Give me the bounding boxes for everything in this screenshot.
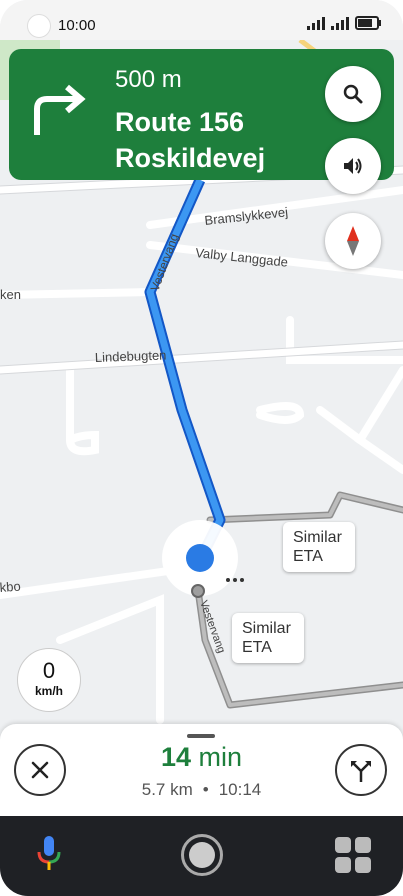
speed-unit: km/h [34,684,63,698]
street-line-2: Roskildevej [115,143,266,173]
turn-street-name: Route 156 Roskildevej [115,104,315,176]
trip-separator: • [202,780,209,799]
phone-screen: 10:00 Vestervang Bramslykkevej Valby Lan… [0,0,403,896]
alt-route-eta-label[interactable]: Similar ETA [283,522,355,572]
search-button[interactable] [325,66,381,122]
speed-value: 0 [42,658,56,683]
alt-route-eta-label[interactable]: Similar ETA [232,613,304,663]
trip-summary-panel[interactable]: 14 min 5.7 km • 10:14 [0,724,403,816]
home-icon [189,842,215,868]
mic-icon[interactable] [34,834,64,874]
arrival-time: 10:14 [218,780,262,799]
eta-minutes: 14 [160,742,191,772]
street-line-1: Route 156 [115,107,245,137]
alternate-routes-icon [351,761,371,782]
speedometer: 0 km/h [17,648,81,712]
home-button[interactable] [181,834,223,876]
turn-right-arrow-icon [34,84,86,135]
signal-icon [307,16,325,30]
volume-icon [344,158,362,174]
system-nav-bar [0,816,403,896]
eta-unit: min [198,742,243,772]
status-bar: 10:00 [0,0,403,40]
search-icon [343,84,363,104]
status-icons [307,16,381,30]
turn-distance: 500 m [115,66,182,93]
app-grid-icon[interactable] [335,837,371,873]
street-label: Lindebugten [95,348,167,365]
drag-handle[interactable] [187,734,215,738]
sound-button[interactable] [325,138,381,194]
status-time: 10:00 [58,17,96,34]
signal-icon [331,16,349,30]
battery-icon [355,16,381,30]
alternate-routes-button[interactable] [335,744,387,796]
street-label: kbo [0,579,21,595]
trip-distance: 5.7 km [141,780,193,799]
compass-button[interactable] [325,213,381,269]
compass-icon [347,226,359,256]
street-label: ken [0,287,21,302]
camera-cutout [27,14,51,38]
